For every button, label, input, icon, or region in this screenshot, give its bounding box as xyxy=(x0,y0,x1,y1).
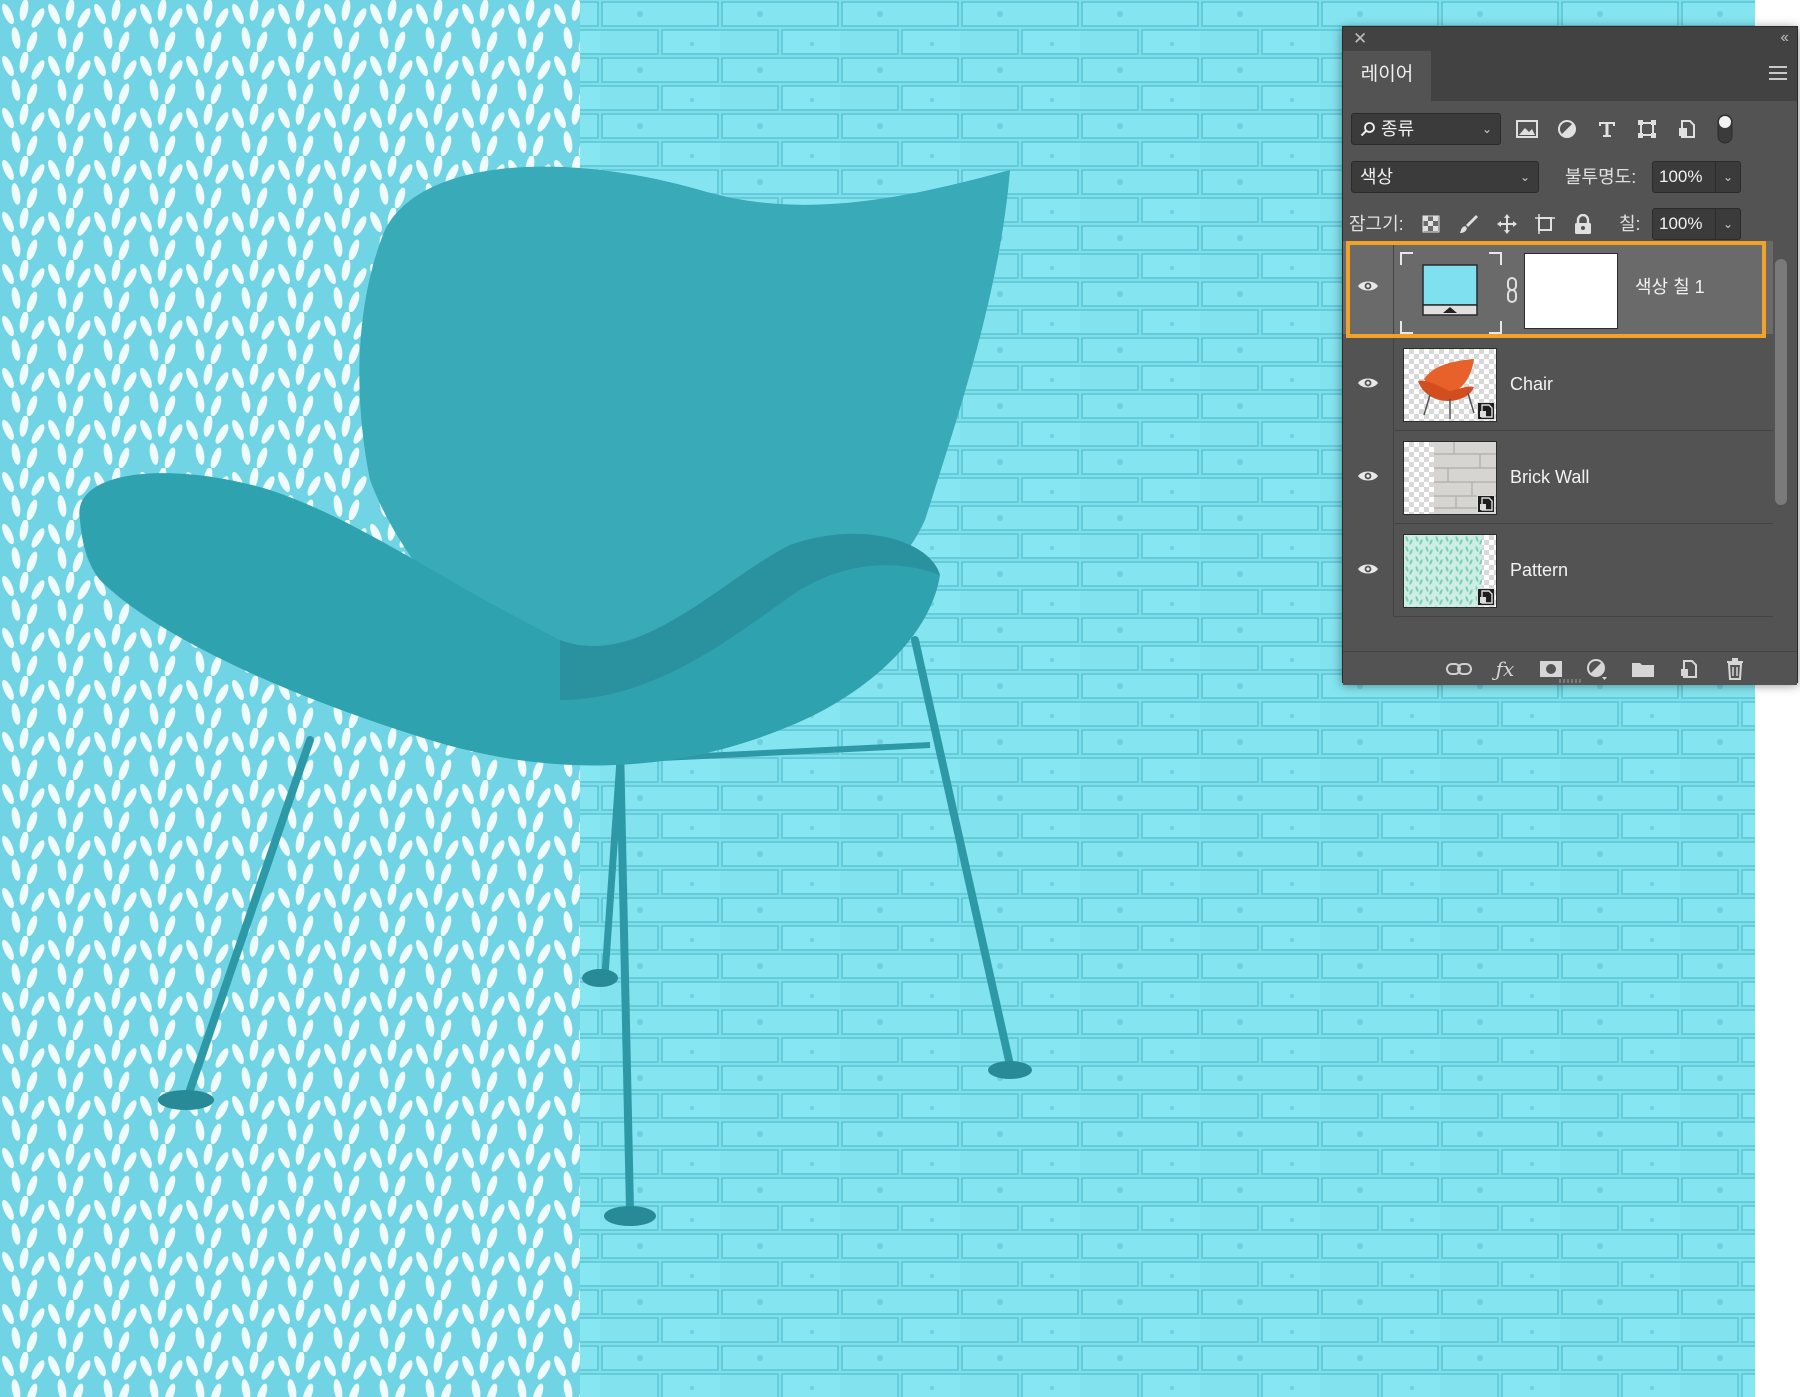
blend-row: 색상 ⌄ 불투명도: 100% ⌄ xyxy=(1343,161,1797,195)
tab-layers[interactable]: 레이어 xyxy=(1343,51,1431,101)
new-layer-icon[interactable] xyxy=(1675,658,1703,680)
layer-row-color-fill[interactable]: 색상 칠 1 xyxy=(1343,241,1773,338)
filter-toggle-icon[interactable] xyxy=(1711,113,1739,145)
adjustment-icon[interactable] xyxy=(1583,658,1611,680)
blend-mode-select[interactable]: 색상 ⌄ xyxy=(1351,161,1539,193)
pattern-thumbnail[interactable] xyxy=(1403,534,1497,608)
folder-icon[interactable] xyxy=(1629,658,1657,680)
panel-menu-icon[interactable] xyxy=(1769,66,1787,84)
chevron-down-icon: ⌄ xyxy=(1481,122,1492,136)
lock-paint-icon[interactable] xyxy=(1455,208,1483,240)
visibility-toggle[interactable] xyxy=(1343,241,1394,334)
eye-icon[interactable] xyxy=(1357,562,1379,576)
layer-name[interactable]: 색상 칠 1 xyxy=(1635,241,1705,334)
lock-position-icon[interactable] xyxy=(1493,208,1521,240)
opacity-field[interactable]: 100% xyxy=(1652,161,1716,193)
layer-name[interactable]: Chair xyxy=(1510,338,1553,431)
opacity-label: 불투명도: xyxy=(1565,167,1637,187)
eye-icon[interactable] xyxy=(1357,469,1379,483)
smart-object-badge-icon xyxy=(1477,402,1495,420)
lock-artboard-icon[interactable] xyxy=(1531,208,1559,240)
blend-mode-value: 색상 xyxy=(1360,167,1394,187)
lock-transparent-icon[interactable] xyxy=(1417,208,1445,240)
panel-resize-grip[interactable] xyxy=(1559,679,1583,683)
chevron-down-icon: ⌄ xyxy=(1519,170,1530,184)
smart-object-badge-icon xyxy=(1477,495,1495,513)
layer-row-chair[interactable]: Chair xyxy=(1343,338,1773,431)
shape-filter-icon[interactable] xyxy=(1633,113,1661,145)
visibility-toggle[interactable] xyxy=(1343,338,1394,431)
lock-row: 잠그기: 칠: 100% ⌄ xyxy=(1343,208,1797,242)
eye-icon[interactable] xyxy=(1357,279,1379,293)
layers-list: 색상 칠 1 Chair Brick Wall Pattern xyxy=(1343,241,1773,651)
fx-icon[interactable]: ƒx xyxy=(1491,657,1519,681)
eye-icon[interactable] xyxy=(1357,376,1379,390)
type-filter-icon[interactable] xyxy=(1593,113,1621,145)
lock-all-icon[interactable] xyxy=(1569,208,1597,240)
layer-mask-thumbnail[interactable] xyxy=(1524,253,1618,329)
panel-titlebar[interactable]: ✕ ‹‹ xyxy=(1343,27,1797,51)
trash-icon[interactable] xyxy=(1721,658,1749,680)
lock-label: 잠그기: xyxy=(1349,214,1404,234)
smart-object-badge-icon xyxy=(1477,588,1495,606)
color-fill-thumbnail-icon xyxy=(1400,252,1502,334)
search-icon xyxy=(1360,122,1375,137)
panel-bottom-toolbar: ƒx xyxy=(1343,651,1797,685)
layer-name[interactable]: Brick Wall xyxy=(1510,431,1589,524)
image-filter-icon[interactable] xyxy=(1513,113,1541,145)
brick-wall-thumbnail[interactable] xyxy=(1403,441,1497,515)
layer-name[interactable]: Pattern xyxy=(1510,524,1568,617)
adjustment-filter-icon[interactable] xyxy=(1553,113,1581,145)
opacity-slider-dropdown[interactable]: ⌄ xyxy=(1715,161,1741,193)
close-icon[interactable]: ✕ xyxy=(1353,29,1367,49)
chain-link-icon[interactable] xyxy=(1505,277,1519,303)
smart-object-filter-icon[interactable] xyxy=(1673,113,1701,145)
layer-row-brick-wall[interactable]: Brick Wall xyxy=(1343,431,1773,524)
fill-slider-dropdown[interactable]: ⌄ xyxy=(1715,208,1741,240)
layer-row-pattern[interactable]: Pattern xyxy=(1343,524,1773,617)
layers-scrollbar-thumb[interactable] xyxy=(1775,259,1787,505)
visibility-toggle[interactable] xyxy=(1343,524,1394,617)
layers-panel[interactable]: ✕ ‹‹ 레이어 종류 ⌄ 색상 ⌄ 불투명도: 100% ⌄ 잠그기: 칠: … xyxy=(1342,26,1798,685)
link-icon[interactable] xyxy=(1445,658,1473,680)
chair-thumbnail[interactable] xyxy=(1403,348,1497,422)
mask-icon[interactable] xyxy=(1537,658,1565,680)
visibility-toggle[interactable] xyxy=(1343,431,1394,524)
fill-layer-thumbnail[interactable] xyxy=(1399,251,1503,335)
filter-kind-select[interactable]: 종류 ⌄ xyxy=(1351,113,1501,145)
fill-label: 칠: xyxy=(1619,214,1641,234)
fill-field[interactable]: 100% xyxy=(1652,208,1716,240)
filter-row: 종류 ⌄ xyxy=(1343,113,1797,147)
panel-tabbar: 레이어 xyxy=(1343,51,1797,101)
filter-kind-label: 종류 xyxy=(1381,119,1415,139)
collapse-icon[interactable]: ‹‹ xyxy=(1780,28,1789,48)
